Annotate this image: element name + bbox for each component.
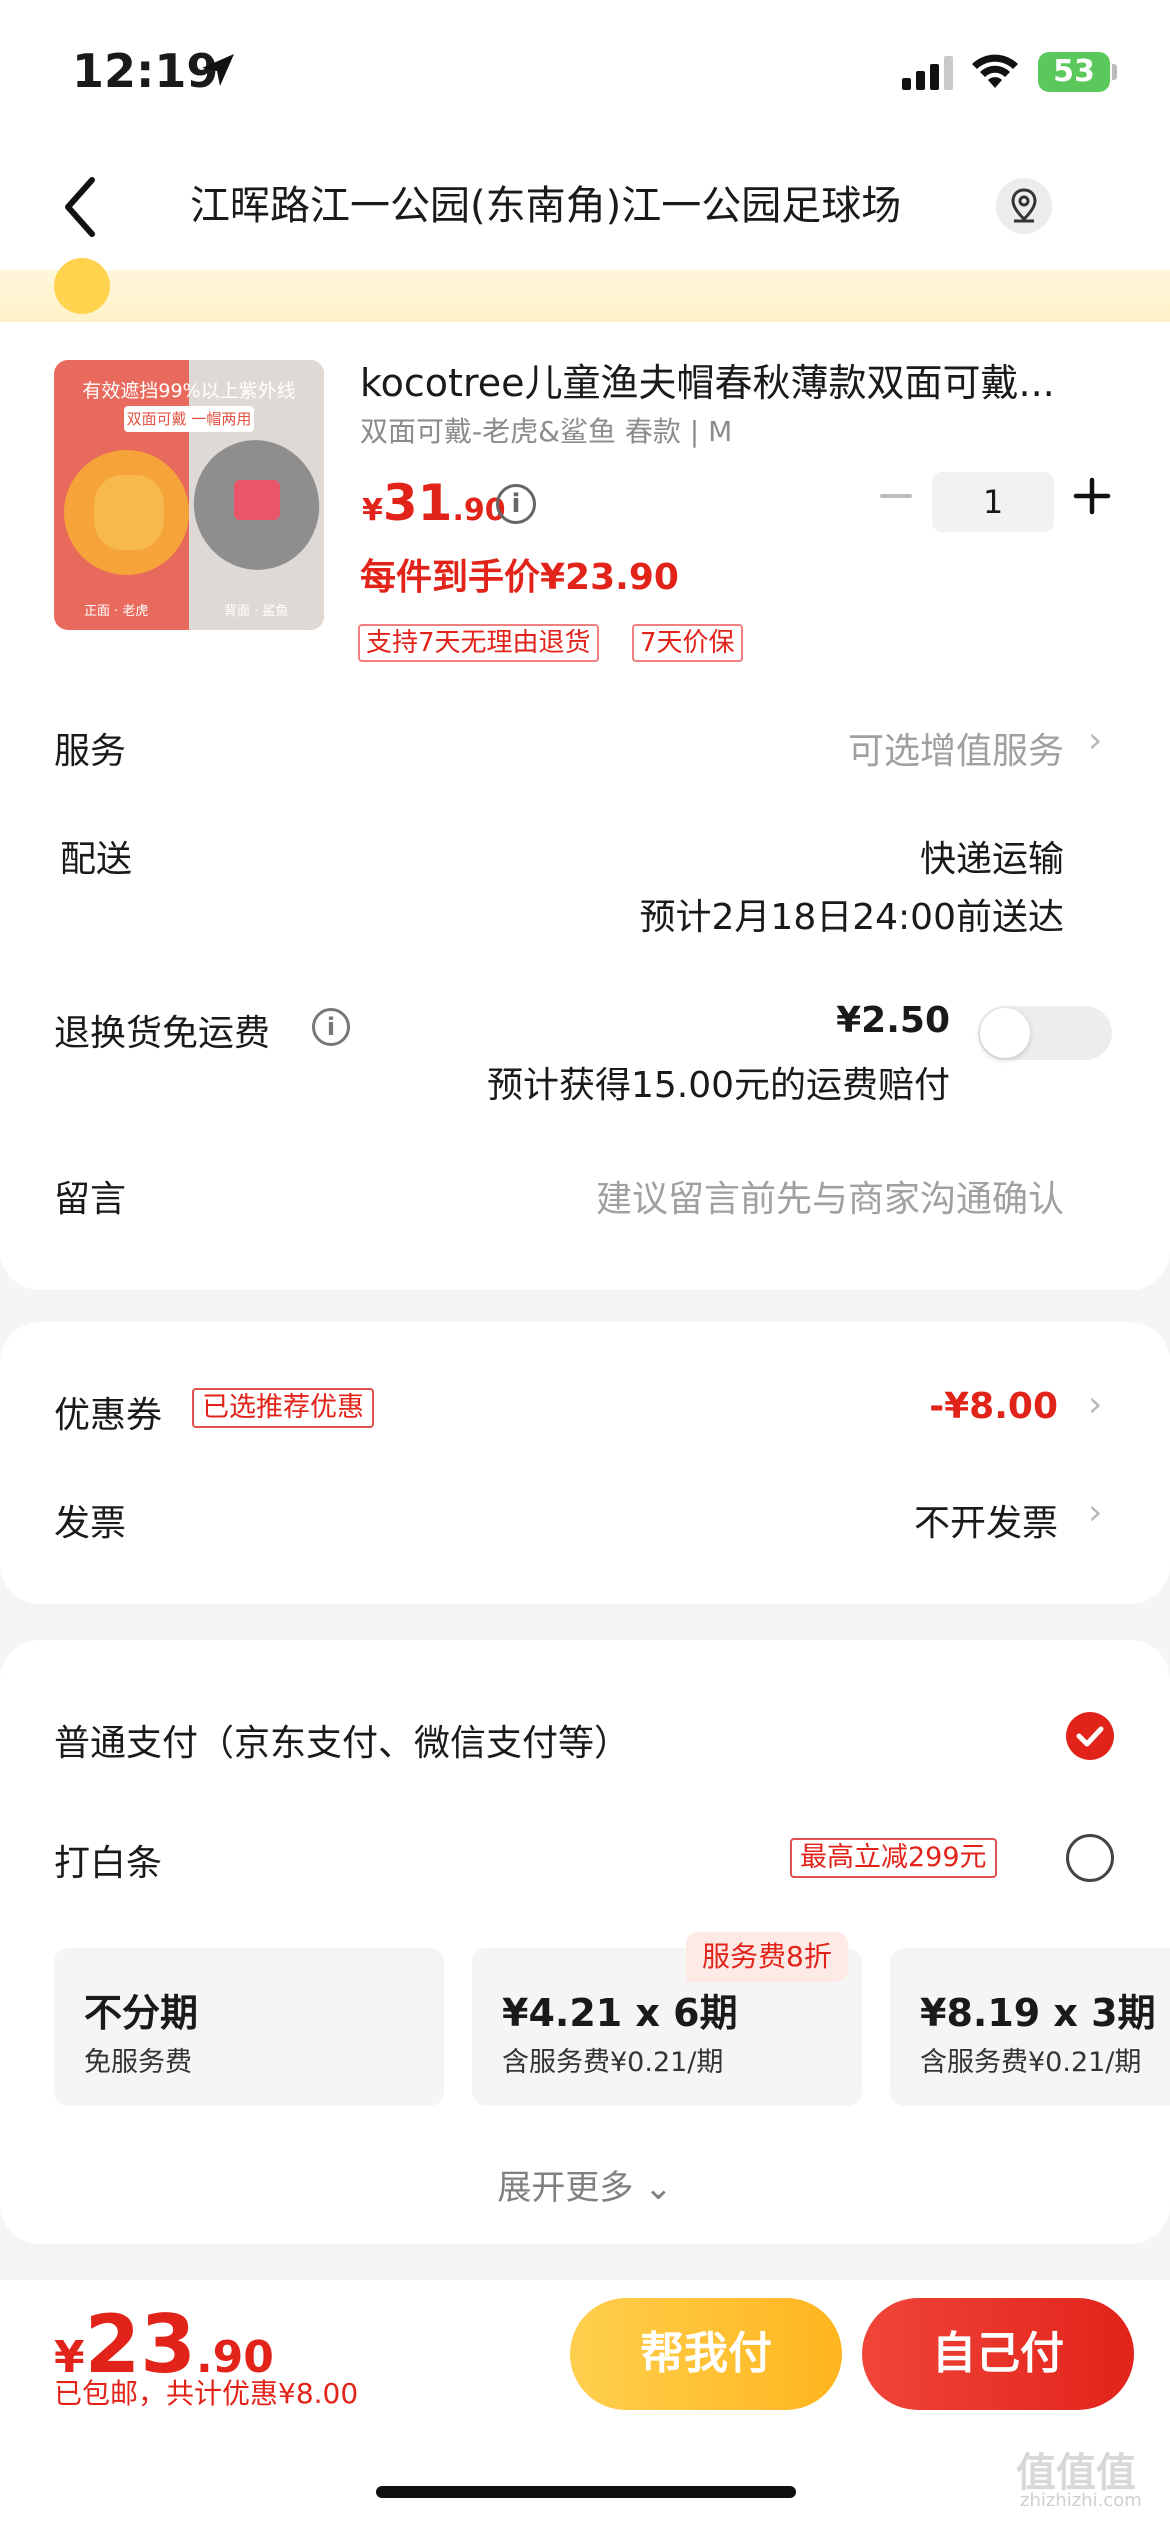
normal-pay-label[interactable]: 普通支付（京东支付、微信支付等）: [54, 1714, 630, 1766]
plan-title: ¥4.21 x 6期: [502, 1991, 738, 2035]
address-title[interactable]: 江晖路江一公园(东南角)江一公园足球场: [190, 180, 970, 232]
delivery-eta: 预计2月18日24:00前送达: [639, 897, 1064, 938]
return-freight-price: ¥2.50: [836, 1000, 950, 1041]
help-me-pay-button[interactable]: 帮我付: [570, 2298, 842, 2410]
expand-more-button[interactable]: 展开更多 ⌄: [0, 2160, 1170, 2209]
quantity-input[interactable]: 1: [932, 472, 1054, 532]
plan-sub: 免服务费: [84, 2047, 192, 2078]
baitiao-discount-tag: 最高立减299元: [790, 1838, 997, 1878]
battery-tip: [1112, 64, 1117, 80]
invoice-label: 发票: [54, 1503, 127, 1544]
invoice-value[interactable]: 不开发票: [840, 1494, 1058, 1546]
return-policy-tag: 支持7天无理由退货: [358, 624, 599, 662]
service-value[interactable]: 可选增值服务: [640, 722, 1064, 774]
final-unit-price: 每件到手价¥23.90: [360, 557, 679, 598]
plan-option-3-installments[interactable]: ¥8.19 x 3期 含服务费¥0.21/期: [890, 1948, 1170, 2106]
service-chevron-icon[interactable]: ›: [1088, 720, 1102, 761]
delivery-label: 配送: [60, 839, 133, 880]
toggle-knob: [980, 1008, 1030, 1058]
plan-sub: 含服务费¥0.21/期: [502, 2047, 724, 2078]
message-label: 留言: [54, 1179, 127, 1220]
promo-icon: [54, 258, 110, 314]
return-freight-note: 预计获得15.00元的运费赔付: [486, 1065, 950, 1106]
wifi-icon: [970, 50, 1020, 94]
tiger-face-graphic: [94, 475, 164, 550]
status-time: 12:19: [72, 44, 219, 98]
location-arrow-icon: [200, 52, 236, 92]
battery-icon: 53: [1038, 52, 1110, 92]
checkmark-selected-icon[interactable]: [1066, 1712, 1114, 1760]
invoice-chevron-icon[interactable]: ›: [1088, 1492, 1102, 1533]
quantity-plus-button[interactable]: [1072, 476, 1112, 516]
thumb-label-left: 正面 · 老虎: [84, 604, 149, 619]
plan-discount-badge: 服务费8折: [686, 1932, 848, 1982]
product-spec[interactable]: 双面可戴-老虎&鲨鱼 春款 | M: [360, 410, 732, 450]
return-freight-label: 退换货免运费: [54, 1013, 271, 1054]
back-button[interactable]: [56, 172, 116, 242]
service-label: 服务: [54, 731, 127, 772]
promo-banner: [0, 270, 1170, 322]
signal-icon: [902, 56, 954, 94]
radio-unselected-icon[interactable]: [1066, 1834, 1114, 1882]
message-input[interactable]: 建议留言前先与商家沟通确认: [440, 1170, 1064, 1222]
price-protect-tag: 7天价保: [632, 624, 743, 662]
product-image[interactable]: 有效遮挡99%以上紫外线 双面可戴 一帽两用 正面 · 老虎 背面 · 鲨鱼: [54, 360, 324, 630]
quantity-minus-button[interactable]: [876, 476, 916, 516]
coupon-label: 优惠券: [54, 1395, 163, 1436]
product-price: ¥31.90: [362, 474, 506, 532]
coupon-recommend-tag: 已选推荐优惠: [192, 1388, 374, 1428]
product-name[interactable]: kocotree儿童渔夫帽春秋薄款双面可戴...: [360, 358, 1090, 408]
thumb-caption: 有效遮挡99%以上紫外线: [82, 380, 296, 402]
baitiao-label[interactable]: 打白条: [54, 1834, 162, 1886]
return-info-icon[interactable]: i: [312, 1008, 350, 1046]
thumb-tag: 双面可戴 一帽两用: [124, 406, 254, 432]
price-info-icon[interactable]: i: [496, 484, 536, 524]
coupon-value[interactable]: -¥8.00: [840, 1386, 1058, 1427]
delivery-method[interactable]: 快递运输: [640, 830, 1064, 882]
watermark-url: zhizhizhi.com: [1020, 2490, 1142, 2511]
discount-card: [0, 1322, 1170, 1604]
plan-title: ¥8.19 x 3期: [920, 1991, 1156, 2035]
plan-title: 不分期: [84, 1991, 199, 2035]
total-discount-note: 已包邮，共计优惠¥8.00: [54, 2377, 359, 2410]
pay-myself-button[interactable]: 自己付: [862, 2298, 1134, 2410]
plan-option-no-installment[interactable]: 不分期 免服务费: [54, 1948, 444, 2106]
location-pin-button[interactable]: [996, 178, 1052, 234]
home-indicator: [376, 2486, 796, 2498]
shark-mouth-graphic: [234, 480, 280, 520]
plan-sub: 含服务费¥0.21/期: [920, 2047, 1142, 2078]
coupon-chevron-icon[interactable]: ›: [1088, 1384, 1102, 1425]
thumb-label-right: 背面 · 鲨鱼: [224, 604, 289, 619]
